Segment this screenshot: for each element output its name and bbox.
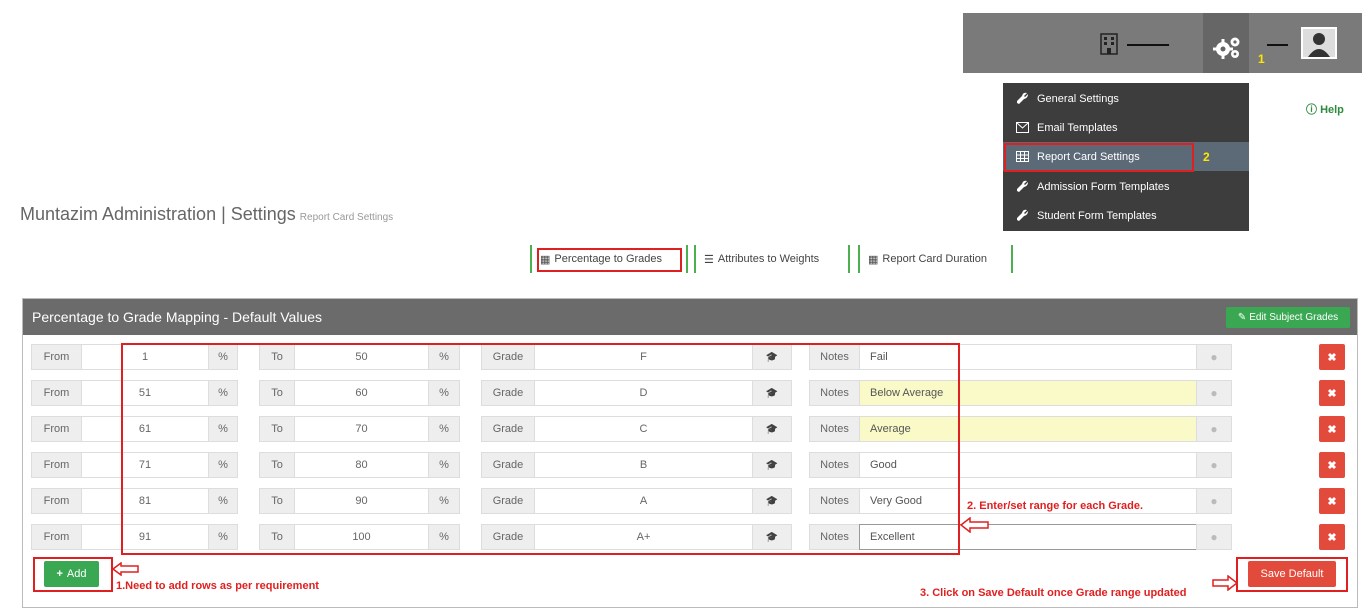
from-label: From [31, 488, 82, 514]
tab-label: Attributes to Weights [717, 253, 820, 265]
annotation-save-text: 3. Click on Save Default once Grade rang… [920, 587, 1187, 599]
annotation-box-report-card [1004, 143, 1194, 172]
wrench-icon [1015, 92, 1029, 106]
question-circle-icon: ⓘ [1306, 104, 1317, 116]
envelope-icon [1015, 121, 1029, 135]
pencil-icon: ✎ [1237, 312, 1247, 323]
edit-button-label: Edit Subject Grades [1249, 312, 1339, 323]
list-icon: ☰ [704, 253, 714, 266]
annotation-step-2: 2 [1203, 150, 1210, 164]
annotation-box-add [33, 557, 113, 592]
tab-label: Report Card Duration [882, 253, 987, 265]
annotation-add-text: 1.Need to add rows as per requirement [116, 580, 319, 592]
annotation-box-tab [537, 248, 682, 272]
close-icon: ✖ [1327, 387, 1337, 400]
close-icon: ✖ [1327, 495, 1337, 508]
annotation-box-range [121, 343, 960, 555]
arrow-right-icon [1212, 575, 1238, 591]
panel-header: Percentage to Grade Mapping - Default Va… [23, 299, 1357, 335]
page-title: Muntazim Administration | Settings Report… [20, 204, 393, 225]
delete-row-button[interactable]: ✖ [1319, 488, 1345, 514]
wrench-icon [1015, 209, 1029, 223]
edit-subject-grades-button[interactable]: ✎ Edit Subject Grades [1226, 307, 1350, 328]
building-icon [1100, 33, 1118, 55]
menu-item-student-form-templates[interactable]: Student Form Templates [1003, 201, 1249, 230]
comment-icon: ● [1196, 452, 1232, 478]
top-navbar: ~~~~~~~~ ~~~~ [963, 13, 1362, 73]
user-name[interactable]: ~~~~ [1267, 40, 1297, 50]
delete-row-button[interactable]: ✖ [1319, 524, 1345, 550]
tab-attributes-to-weights[interactable]: ☰ Attributes to Weights [694, 245, 850, 273]
user-icon [1308, 33, 1330, 57]
close-icon: ✖ [1327, 423, 1337, 436]
from-label: From [31, 344, 82, 370]
menu-item-general-settings[interactable]: General Settings [1003, 84, 1249, 113]
comment-icon: ● [1196, 524, 1232, 550]
arrow-left-icon [960, 517, 989, 533]
comment-icon: ● [1196, 416, 1232, 442]
help-link[interactable]: ⓘ Help [1306, 101, 1344, 117]
from-label: From [31, 524, 82, 550]
menu-item-label: Email Templates [1037, 121, 1118, 134]
annotation-box-save [1236, 557, 1348, 592]
school-name[interactable]: ~~~~~~~~ [1127, 40, 1189, 50]
menu-item-admission-form-templates[interactable]: Admission Form Templates [1003, 172, 1249, 201]
menu-item-label: Admission Form Templates [1037, 180, 1170, 193]
menu-item-email-templates[interactable]: Email Templates [1003, 113, 1249, 142]
from-label: From [31, 452, 82, 478]
close-icon: ✖ [1327, 459, 1337, 472]
arrow-left-icon [112, 562, 139, 576]
comment-icon: ● [1196, 488, 1232, 514]
avatar[interactable] [1301, 27, 1337, 59]
annotation-step-1: 1 [1258, 52, 1265, 66]
menu-item-label: Student Form Templates [1037, 209, 1157, 222]
page-title-text: Muntazim Administration | Settings [20, 204, 296, 224]
delete-row-button[interactable]: ✖ [1319, 416, 1345, 442]
calendar-icon: ▦ [868, 253, 879, 266]
comment-icon: ● [1196, 380, 1232, 406]
wrench-icon [1015, 180, 1029, 194]
panel-title: Percentage to Grade Mapping - Default Va… [32, 309, 323, 325]
close-icon: ✖ [1327, 531, 1337, 544]
from-label: From [31, 416, 82, 442]
comment-icon: ● [1196, 344, 1232, 370]
delete-row-button[interactable]: ✖ [1319, 344, 1345, 370]
annotation-range-text: 2. Enter/set range for each Grade. [967, 500, 1144, 512]
close-icon: ✖ [1327, 351, 1337, 364]
help-label: Help [1320, 104, 1344, 116]
delete-row-button[interactable]: ✖ [1319, 452, 1345, 478]
menu-item-label: General Settings [1037, 92, 1119, 105]
tab-report-card-duration[interactable]: ▦ Report Card Duration [858, 245, 1013, 273]
page-subtitle: Report Card Settings [299, 212, 394, 223]
delete-row-button[interactable]: ✖ [1319, 380, 1345, 406]
gears-icon[interactable] [1212, 35, 1242, 61]
from-label: From [31, 380, 82, 406]
